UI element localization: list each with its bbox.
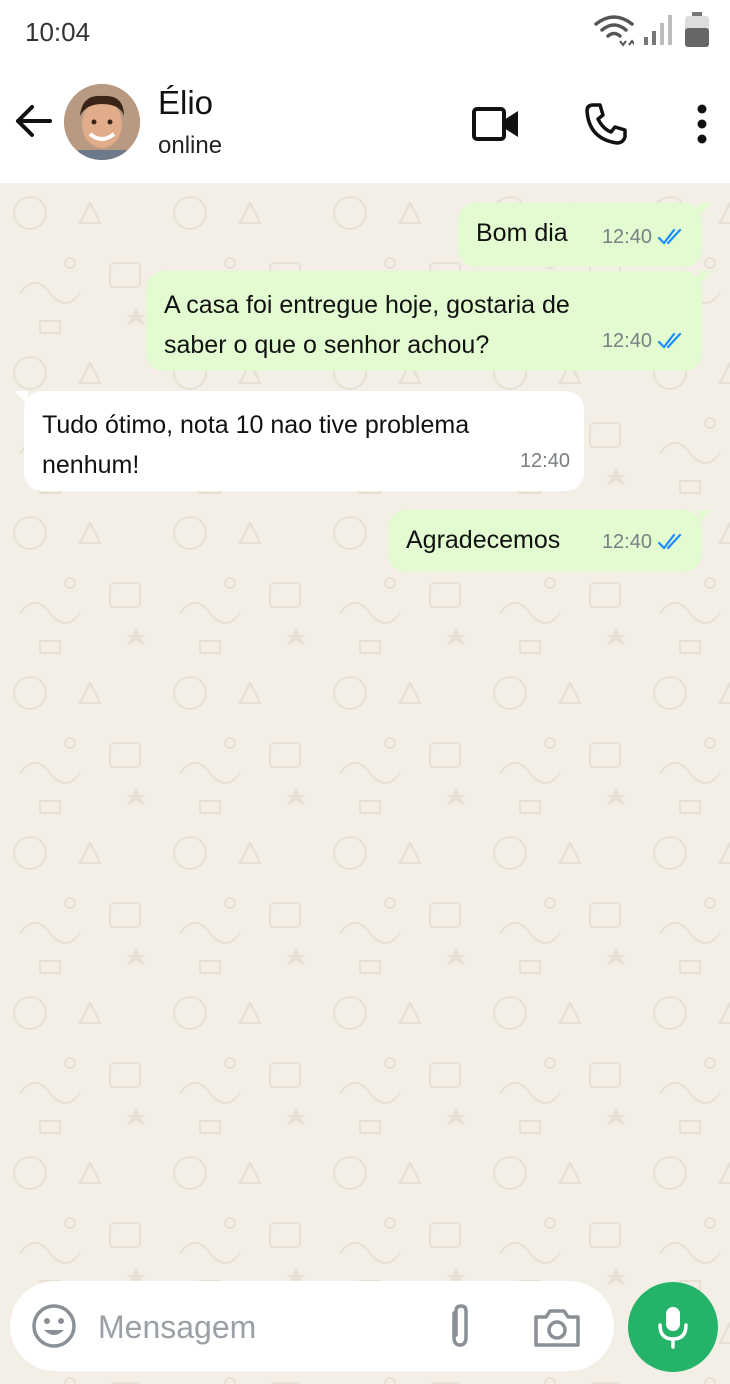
phone-icon — [585, 103, 627, 145]
camera-button[interactable] — [532, 1303, 582, 1351]
battery-icon — [685, 12, 709, 47]
message-bubble-incoming[interactable]: Tudo ótimo, nota 10 nao tive problema ne… — [14, 391, 584, 491]
emoji-button[interactable] — [30, 1302, 78, 1350]
voice-call-button[interactable] — [578, 96, 634, 152]
message-bubble-outgoing[interactable]: A casa foi entregue hoje, gostaria de sa… — [146, 271, 712, 371]
message-text-line: Tudo ótimo, nota 10 nao tive problema — [42, 411, 470, 439]
message-time: 12:40 — [601, 226, 652, 248]
message-meta: 12:40 — [602, 321, 688, 361]
video-camera-icon — [472, 107, 518, 141]
message-time: 12:40 — [519, 450, 570, 472]
chat-header: Élio online — [0, 66, 730, 183]
wifi-icon — [594, 15, 634, 47]
status-time: 10:04 — [25, 17, 91, 47]
message-time: 12:40 — [601, 531, 652, 553]
chat-area[interactable]: Bom dia 12:40 A casa foi entregue hoje, … — [0, 183, 730, 1384]
bubble-tail — [14, 391, 28, 405]
bubble-tail — [698, 271, 712, 285]
contact-photo — [64, 84, 140, 160]
double-check-icon — [658, 533, 682, 550]
microphone-icon — [658, 1307, 688, 1349]
back-button[interactable] — [12, 99, 56, 143]
double-check-icon — [658, 332, 682, 349]
emoji-icon — [32, 1304, 76, 1348]
arrow-left-icon — [16, 105, 52, 137]
double-check-icon — [658, 228, 682, 245]
voice-message-button[interactable] — [628, 1282, 718, 1372]
signal-icon — [644, 15, 672, 45]
attach-button[interactable] — [438, 1303, 482, 1351]
message-meta: 12:40 — [520, 441, 570, 481]
message-meta: 12:40 — [602, 217, 688, 257]
status-bar: 10:04 — [0, 0, 730, 66]
avatar[interactable] — [64, 84, 140, 160]
message-bubble-outgoing[interactable]: Bom dia 12:40 — [458, 203, 712, 267]
message-input[interactable] — [96, 1301, 400, 1353]
message-meta: 12:40 — [602, 522, 688, 562]
bubble-tail — [698, 510, 712, 524]
message-bubble-outgoing[interactable]: Agradecemos 12:40 — [388, 510, 712, 572]
more-options-button[interactable] — [674, 96, 730, 152]
more-vertical-icon — [697, 104, 707, 144]
camera-icon — [534, 1309, 580, 1347]
bubble-tail — [698, 203, 712, 217]
message-time: 12:40 — [601, 330, 652, 352]
message-text-line: A casa foi entregue hoje, gostaria de — [164, 291, 570, 319]
video-call-button[interactable] — [468, 96, 524, 152]
status-icons — [594, 12, 710, 48]
contact-status: online — [158, 132, 223, 159]
message-text-line: nenhum! — [42, 451, 140, 479]
contact-name[interactable]: Élio — [158, 84, 213, 122]
message-composer — [10, 1281, 614, 1371]
paperclip-icon — [452, 1304, 468, 1347]
